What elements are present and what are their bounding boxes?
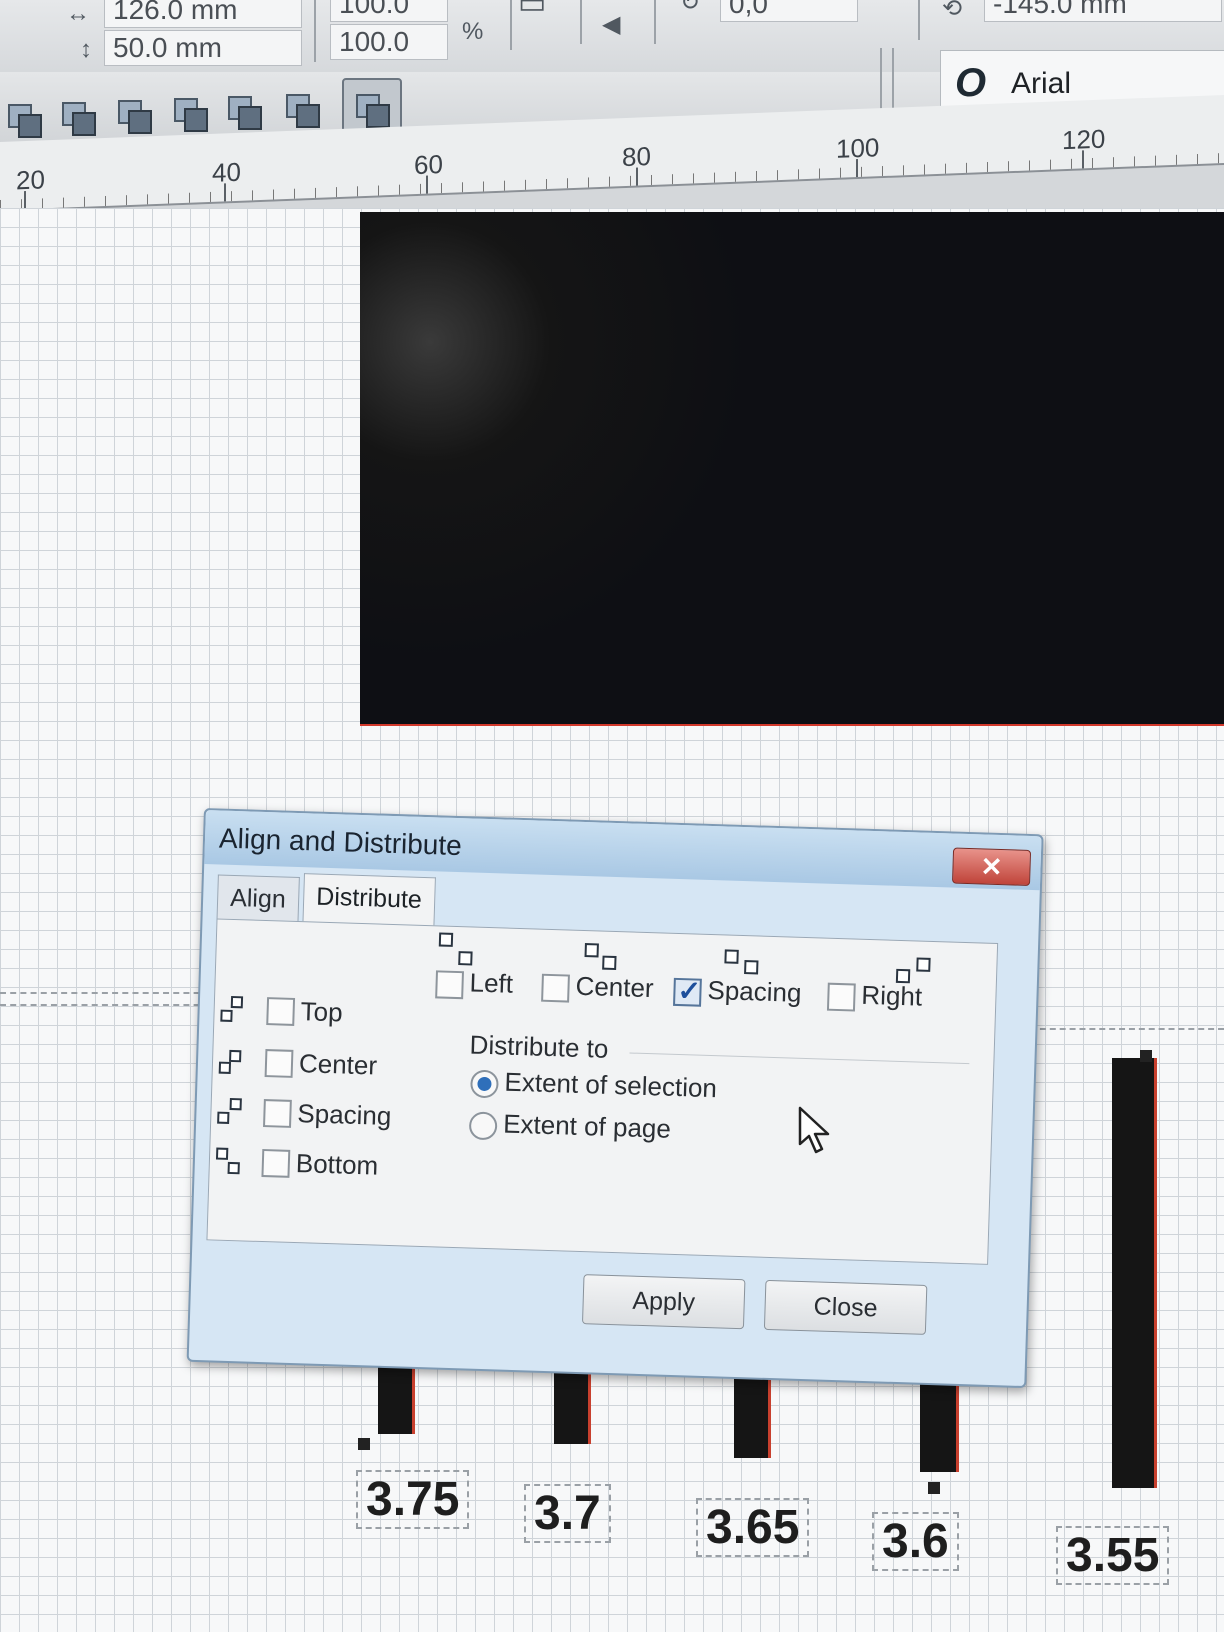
selection-handle[interactable]	[928, 1482, 940, 1494]
object-width-field[interactable]: 126.0 mm	[104, 0, 302, 28]
value-label[interactable]: 3.75	[356, 1470, 470, 1529]
trim-icon[interactable]	[60, 100, 96, 136]
distribute-spacing-h-icon	[720, 937, 761, 976]
value-label[interactable]: 3.65	[696, 1498, 810, 1557]
selection-handle[interactable]	[1140, 1050, 1152, 1062]
distribute-spacing-h-checkbox[interactable]	[673, 977, 702, 1007]
weld-icon[interactable]	[6, 102, 42, 138]
ruler-label: 20	[16, 164, 45, 196]
tab-align[interactable]: Align	[216, 874, 300, 923]
apply-button[interactable]: Apply	[581, 1274, 746, 1330]
distribute-top-icon	[216, 992, 257, 1031]
distribute-center-v-icon	[214, 1043, 255, 1082]
rotate-icon[interactable]: ↻	[680, 0, 700, 17]
position-field[interactable]: -145.0 mm	[984, 0, 1222, 22]
distribute-center-h-checkbox[interactable]	[541, 973, 570, 1003]
guideline	[0, 992, 220, 994]
front-minus-back-icon[interactable]	[226, 94, 262, 130]
toolbar-separator	[654, 0, 656, 44]
flip-icon[interactable]: ◀	[602, 10, 620, 39]
distribute-bottom-label: Bottom	[295, 1148, 379, 1181]
distribute-spacing-v-icon	[213, 1093, 254, 1132]
object-height-field[interactable]: 50.0 mm	[104, 30, 302, 66]
lock-ratio-button[interactable]: %	[462, 18, 483, 46]
group-divider	[629, 1052, 970, 1065]
align-distribute-icon	[354, 92, 390, 128]
tab-distribute[interactable]: Distribute	[302, 873, 436, 927]
height-icon: ↕	[80, 36, 92, 63]
distribute-right-icon	[892, 945, 933, 984]
dialog-close-icon[interactable]: ✕	[951, 847, 1032, 886]
distribute-top-label: Top	[300, 996, 344, 1028]
mouse-pointer-icon	[798, 1106, 830, 1154]
ruler-label: 60	[414, 148, 443, 181]
distribute-center-h-label: Center	[575, 970, 655, 1004]
dialog-title: Align and Distribute	[218, 822, 463, 862]
scale-y-field[interactable]: 100.0	[330, 24, 448, 60]
toolbar-separator	[314, 0, 316, 62]
guideline	[1030, 1028, 1224, 1030]
distribute-panel: Left Center Spacing Right Top Center Spa…	[206, 918, 999, 1265]
back-minus-front-icon[interactable]	[284, 92, 320, 128]
distribute-to-label: Distribute to	[469, 1029, 609, 1064]
distribute-spacing-v-label: Spacing	[296, 1098, 392, 1132]
distribute-right-label: Right	[860, 979, 923, 1012]
distribute-spacing-h-label: Spacing	[707, 974, 802, 1008]
distribute-center-v-label: Center	[298, 1048, 378, 1081]
align-distribute-dialog: Align and Distribute ✕ Align Distribute …	[186, 808, 1044, 1389]
opentype-font-icon: O	[955, 61, 987, 105]
black-rectangle-object[interactable]	[360, 212, 1224, 726]
distribute-left-checkbox[interactable]	[435, 970, 465, 1000]
scale-x-field[interactable]: 100.0	[330, 0, 448, 22]
close-button[interactable]: Close	[763, 1279, 928, 1335]
distribute-bottom-icon	[211, 1143, 252, 1182]
ruler-major-tick	[24, 191, 26, 210]
toolbar-separator	[580, 0, 582, 44]
distribute-bottom-checkbox[interactable]	[261, 1149, 291, 1178]
distribute-center-v-checkbox[interactable]	[264, 1049, 294, 1078]
ruler-major-tick	[1082, 150, 1084, 169]
guideline	[0, 1004, 220, 1006]
value-label[interactable]: 3.55	[1056, 1526, 1170, 1585]
toolbar-separator	[510, 0, 512, 50]
extent-of-selection-label: Extent of selection	[504, 1066, 718, 1104]
ruler-major-tick	[636, 167, 638, 186]
ruler-major-tick	[856, 159, 858, 178]
distribute-top-checkbox[interactable]	[266, 997, 296, 1026]
simplify-icon[interactable]	[172, 96, 208, 132]
distribute-left-label: Left	[469, 967, 514, 999]
selection-handle[interactable]	[358, 1438, 370, 1450]
extent-of-selection-radio[interactable]	[470, 1069, 499, 1099]
width-icon: ↔	[66, 0, 90, 27]
position-icon: ⟲	[942, 0, 963, 22]
font-name: Arial	[1011, 67, 1072, 100]
bar-object[interactable]	[1112, 1058, 1157, 1488]
distribute-right-checkbox[interactable]	[826, 982, 856, 1012]
ruler-major-tick	[426, 175, 428, 194]
value-label[interactable]: 3.6	[872, 1512, 959, 1571]
value-label[interactable]: 3.7	[524, 1484, 611, 1543]
intersect-icon[interactable]	[116, 98, 152, 134]
ruler-major-tick	[224, 183, 226, 202]
mirror-icon[interactable]: ▭	[518, 0, 546, 21]
distribute-spacing-v-checkbox[interactable]	[263, 1099, 292, 1128]
toolbar-separator	[918, 0, 920, 40]
extent-of-page-radio[interactable]	[468, 1111, 498, 1141]
ruler-ticks	[0, 152, 1224, 210]
distribute-left-icon	[436, 930, 477, 969]
ruler-label: 40	[212, 156, 241, 188]
extent-of-page-label: Extent of page	[502, 1108, 672, 1144]
rotation-field[interactable]: 0,0	[720, 0, 858, 22]
distribute-center-h-icon	[580, 933, 621, 972]
